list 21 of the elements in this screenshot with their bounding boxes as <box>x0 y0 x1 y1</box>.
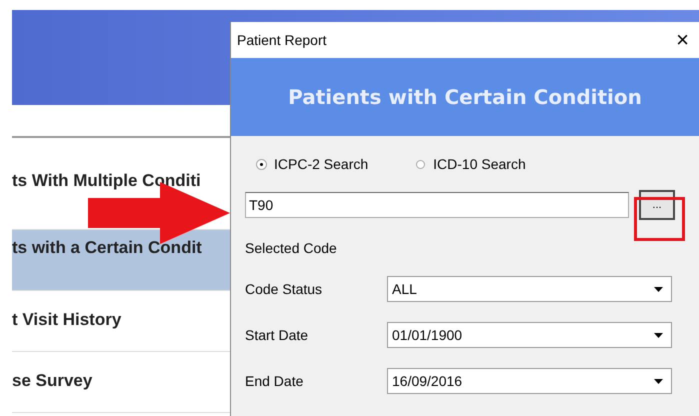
field-label: End Date <box>245 373 304 389</box>
window-title: Patient Report <box>237 32 326 48</box>
code-field[interactable]: T90 <box>245 192 629 218</box>
highlight-frame <box>634 197 685 241</box>
radio-option[interactable]: ICPC-2 Search <box>257 156 368 172</box>
dropdown-field[interactable]: 16/09/2016 <box>387 368 672 394</box>
caret-icon <box>654 332 663 338</box>
dropdown-field[interactable]: ALL <box>387 276 672 302</box>
banner: Patients with Certain Condition <box>231 58 699 136</box>
caret-icon <box>654 378 663 384</box>
radio-label: ICD-10 Search <box>433 156 526 172</box>
field-label: Code Status <box>245 281 324 297</box>
radio-option[interactable]: ICD-10 Search <box>416 156 526 172</box>
close-button[interactable]: × <box>666 27 699 53</box>
caret-icon <box>654 286 663 292</box>
radio-label: ICPC-2 Search <box>274 156 368 172</box>
browse-button[interactable]: ... <box>639 190 675 220</box>
field-label: Start Date <box>245 327 310 343</box>
dropdown-field[interactable]: 01/01/1900 <box>387 322 672 348</box>
radio-icon[interactable] <box>416 160 426 168</box>
field-label: Selected Code <box>245 240 338 256</box>
